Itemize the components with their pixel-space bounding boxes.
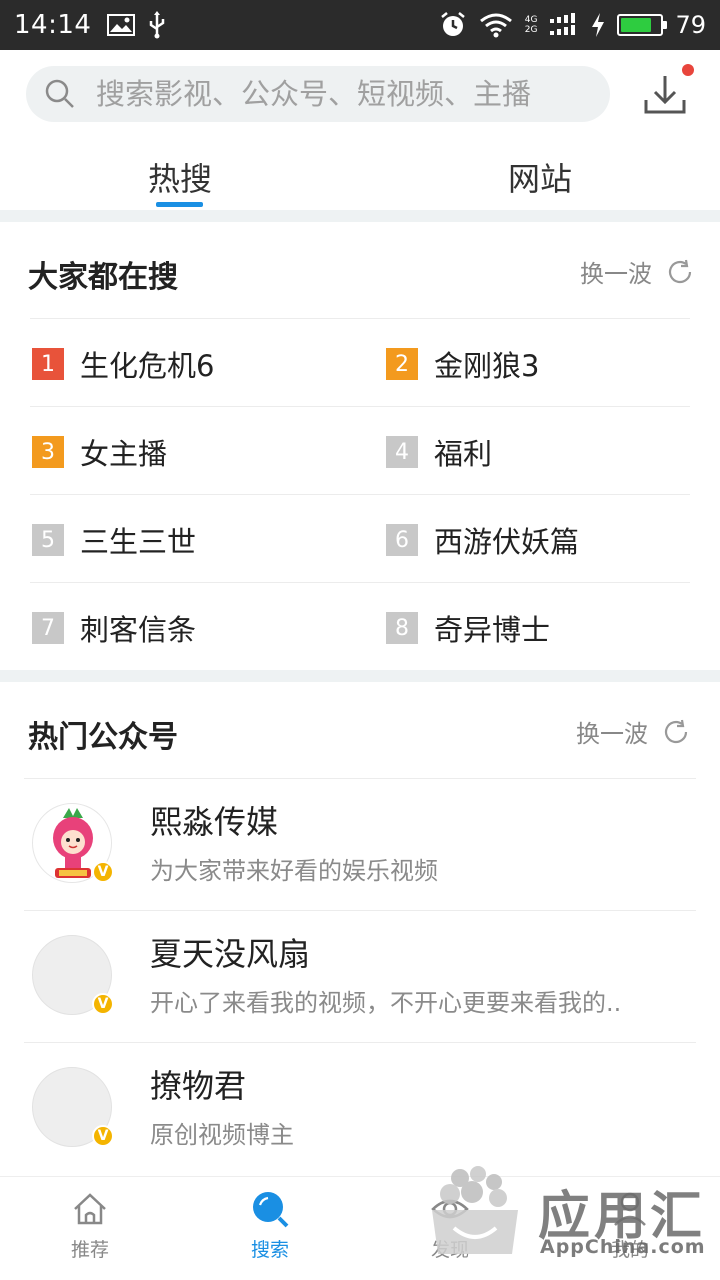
hot-search-text: 福利: [434, 437, 493, 471]
nav-discover[interactable]: 发现: [405, 1189, 495, 1262]
rank-badge: 1: [32, 348, 64, 380]
hot-search-text: 女主播: [80, 437, 168, 471]
section-divider: [0, 210, 720, 222]
hot-search-text: 刺客信条: [80, 613, 197, 647]
verified-badge: V: [92, 993, 114, 1015]
battery-percent: 79: [675, 11, 706, 39]
verified-badge: V: [92, 1125, 114, 1147]
hot-search-item[interactable]: 3 女主播: [32, 431, 167, 473]
download-icon: [644, 76, 686, 114]
eye-icon: [431, 1199, 469, 1219]
rank-badge: 2: [386, 348, 418, 380]
hot-accounts-header: 热门公众号 换一波: [0, 682, 720, 778]
hot-search-item[interactable]: 5 三生三世: [32, 519, 196, 561]
search-icon: [253, 1192, 289, 1228]
nav-profile[interactable]: 我的: [585, 1189, 675, 1262]
rank-badge: 7: [32, 612, 64, 644]
hot-search-row: 5 三生三世 6 西游伏妖篇: [30, 494, 690, 582]
status-right-icons: 4G 2G 79: [439, 11, 706, 39]
battery-icon: [617, 14, 668, 36]
hot-accounts-list: V 熙淼传媒 为大家带来好看的娱乐视频 V 夏天没风扇 开心了来看我的视频，不开…: [0, 778, 720, 1174]
account-description: 原创视频博主: [150, 1121, 294, 1149]
network-indicator: 4G 2G: [525, 15, 538, 35]
account-item[interactable]: V 夏天没风扇 开心了来看我的视频，不开心更要来看我的..: [24, 910, 696, 1042]
person-icon: [614, 1192, 646, 1226]
download-button[interactable]: [640, 64, 694, 120]
nav-label: 推荐: [70, 1239, 109, 1261]
status-time: 14:14: [14, 10, 92, 40]
hot-search-item[interactable]: 1 生化危机6: [32, 343, 214, 385]
account-name: 夏天没风扇: [150, 935, 311, 973]
signal-icon: [550, 13, 576, 35]
rank-badge: 4: [386, 436, 418, 468]
status-left-icons: [107, 11, 167, 39]
hot-accounts-title: 热门公众号: [28, 720, 178, 755]
nav-recommend[interactable]: 推荐: [45, 1189, 135, 1262]
search-icon: [45, 79, 74, 108]
nav-label: 搜索: [250, 1239, 289, 1261]
hot-search-item[interactable]: 8 奇异博士: [386, 607, 550, 649]
hot-search-item[interactable]: 7 刺客信条: [32, 607, 196, 649]
hot-search-item[interactable]: 2 金刚狼3: [386, 343, 539, 385]
nav-label: 发现: [430, 1239, 469, 1261]
search-header: [0, 52, 720, 138]
search-bar[interactable]: [26, 66, 610, 122]
hot-search-title: 大家都在搜: [28, 260, 178, 295]
nav-label: 我的: [610, 1239, 649, 1261]
network-4g-label: 4G: [524, 15, 538, 25]
account-item[interactable]: V 撩物君 原创视频博主: [24, 1042, 696, 1174]
notification-dot: [682, 64, 694, 76]
wifi-icon: [479, 13, 512, 38]
battery-fill: [621, 18, 652, 32]
section-divider: [0, 670, 720, 682]
refresh-icon: [664, 719, 688, 743]
hot-search-text: 生化危机6: [80, 349, 215, 383]
tab-hot-search[interactable]: 热搜: [148, 154, 212, 200]
rank-badge: 5: [32, 524, 64, 556]
account-description: 开心了来看我的视频，不开心更要来看我的..: [150, 989, 622, 1017]
bottom-nav: 推荐 搜索 发现 我的: [0, 1176, 720, 1280]
network-2g-label: 2G: [524, 25, 538, 35]
rank-badge: 8: [386, 612, 418, 644]
hot-search-text: 三生三世: [80, 525, 197, 559]
charging-icon: [592, 13, 605, 37]
hot-search-text: 西游伏妖篇: [434, 525, 580, 559]
tab-active-indicator: [156, 202, 203, 207]
account-name: 熙淼传媒: [150, 803, 279, 841]
tab-websites[interactable]: 网站: [508, 154, 572, 200]
hot-search-refresh-button[interactable]: 换一波: [580, 254, 694, 289]
hot-search-row: 7 刺客信条 8 奇异博士: [30, 582, 690, 670]
hot-accounts-refresh-button[interactable]: 换一波: [576, 714, 690, 749]
hot-search-list: 1 生化危机6 2 金刚狼3 3 女主播 4 福利 5 三生三世 6 西游伏妖篇 7 刺客信条…: [0, 318, 720, 670]
hot-search-item[interactable]: 6 西游伏妖篇: [386, 519, 579, 561]
hot-search-text: 金刚狼3: [434, 349, 540, 383]
status-bar: 14:14 4G 2G 79: [0, 0, 720, 50]
alarm-icon: [440, 12, 465, 36]
home-icon: [74, 1193, 106, 1225]
account-description: 为大家带来好看的娱乐视频: [150, 857, 438, 885]
hot-search-row: 3 女主播 4 福利: [30, 406, 690, 494]
rank-badge: 3: [32, 436, 64, 468]
image-icon: [107, 14, 136, 36]
account-item[interactable]: V 熙淼传媒 为大家带来好看的娱乐视频: [24, 778, 696, 910]
hot-search-item[interactable]: 4 福利: [386, 431, 492, 473]
usb-icon: [150, 11, 165, 39]
refresh-icon: [668, 259, 692, 283]
verified-badge: V: [92, 861, 114, 883]
refresh-label: 换一波: [576, 720, 648, 748]
refresh-label: 换一波: [580, 260, 652, 288]
search-input[interactable]: [96, 77, 576, 111]
hot-search-row: 1 生化危机6 2 金刚狼3: [30, 318, 690, 406]
hot-search-header: 大家都在搜 换一波: [0, 222, 720, 318]
account-name: 撩物君: [150, 1067, 247, 1105]
tab-bar: 热搜 网站: [0, 140, 720, 210]
rank-badge: 6: [386, 524, 418, 556]
hot-search-text: 奇异博士: [434, 613, 551, 647]
nav-search[interactable]: 搜索: [225, 1189, 315, 1262]
